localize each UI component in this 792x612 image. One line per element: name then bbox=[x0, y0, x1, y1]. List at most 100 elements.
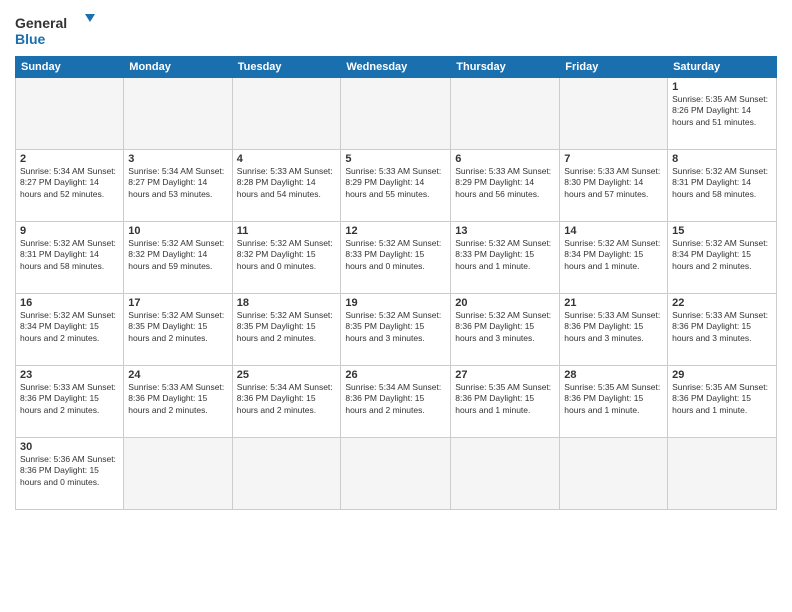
calendar-table: SundayMondayTuesdayWednesdayThursdayFrid… bbox=[15, 56, 777, 510]
day-info: Sunrise: 5:32 AM Sunset: 8:35 PM Dayligh… bbox=[345, 310, 446, 344]
week-row-2: 2Sunrise: 5:34 AM Sunset: 8:27 PM Daylig… bbox=[16, 150, 777, 222]
calendar-cell: 24Sunrise: 5:33 AM Sunset: 8:36 PM Dayli… bbox=[124, 366, 232, 438]
weekday-header-thursday: Thursday bbox=[451, 57, 560, 78]
weekday-header-friday: Friday bbox=[560, 57, 668, 78]
calendar-cell bbox=[668, 438, 777, 510]
calendar-cell: 9Sunrise: 5:32 AM Sunset: 8:31 PM Daylig… bbox=[16, 222, 124, 294]
day-number: 2 bbox=[20, 153, 119, 165]
day-info: Sunrise: 5:34 AM Sunset: 8:36 PM Dayligh… bbox=[237, 382, 337, 416]
day-info: Sunrise: 5:33 AM Sunset: 8:36 PM Dayligh… bbox=[20, 382, 119, 416]
day-number: 6 bbox=[455, 153, 555, 165]
day-info: Sunrise: 5:32 AM Sunset: 8:33 PM Dayligh… bbox=[455, 238, 555, 272]
calendar-cell: 22Sunrise: 5:33 AM Sunset: 8:36 PM Dayli… bbox=[668, 294, 777, 366]
calendar-cell: 10Sunrise: 5:32 AM Sunset: 8:32 PM Dayli… bbox=[124, 222, 232, 294]
calendar-cell: 12Sunrise: 5:32 AM Sunset: 8:33 PM Dayli… bbox=[341, 222, 451, 294]
weekday-header-wednesday: Wednesday bbox=[341, 57, 451, 78]
calendar-cell: 26Sunrise: 5:34 AM Sunset: 8:36 PM Dayli… bbox=[341, 366, 451, 438]
calendar-cell bbox=[451, 78, 560, 150]
weekday-header-row: SundayMondayTuesdayWednesdayThursdayFrid… bbox=[16, 57, 777, 78]
calendar-cell bbox=[16, 78, 124, 150]
calendar-cell: 14Sunrise: 5:32 AM Sunset: 8:34 PM Dayli… bbox=[560, 222, 668, 294]
day-number: 16 bbox=[20, 297, 119, 309]
calendar-cell bbox=[124, 78, 232, 150]
day-info: Sunrise: 5:35 AM Sunset: 8:26 PM Dayligh… bbox=[672, 94, 772, 128]
day-number: 21 bbox=[564, 297, 663, 309]
day-info: Sunrise: 5:32 AM Sunset: 8:36 PM Dayligh… bbox=[455, 310, 555, 344]
calendar-cell: 15Sunrise: 5:32 AM Sunset: 8:34 PM Dayli… bbox=[668, 222, 777, 294]
calendar-cell: 21Sunrise: 5:33 AM Sunset: 8:36 PM Dayli… bbox=[560, 294, 668, 366]
day-number: 18 bbox=[237, 297, 337, 309]
calendar-cell bbox=[124, 438, 232, 510]
calendar-cell: 5Sunrise: 5:33 AM Sunset: 8:29 PM Daylig… bbox=[341, 150, 451, 222]
calendar-cell: 4Sunrise: 5:33 AM Sunset: 8:28 PM Daylig… bbox=[232, 150, 341, 222]
calendar-cell: 2Sunrise: 5:34 AM Sunset: 8:27 PM Daylig… bbox=[16, 150, 124, 222]
calendar-cell: 23Sunrise: 5:33 AM Sunset: 8:36 PM Dayli… bbox=[16, 366, 124, 438]
calendar-cell bbox=[341, 78, 451, 150]
weekday-header-tuesday: Tuesday bbox=[232, 57, 341, 78]
day-info: Sunrise: 5:34 AM Sunset: 8:27 PM Dayligh… bbox=[128, 166, 227, 200]
day-info: Sunrise: 5:36 AM Sunset: 8:36 PM Dayligh… bbox=[20, 454, 119, 488]
day-info: Sunrise: 5:32 AM Sunset: 8:35 PM Dayligh… bbox=[128, 310, 227, 344]
day-number: 24 bbox=[128, 369, 227, 381]
day-number: 23 bbox=[20, 369, 119, 381]
weekday-header-sunday: Sunday bbox=[16, 57, 124, 78]
calendar-cell: 19Sunrise: 5:32 AM Sunset: 8:35 PM Dayli… bbox=[341, 294, 451, 366]
calendar-cell: 18Sunrise: 5:32 AM Sunset: 8:35 PM Dayli… bbox=[232, 294, 341, 366]
week-row-4: 16Sunrise: 5:32 AM Sunset: 8:34 PM Dayli… bbox=[16, 294, 777, 366]
day-number: 20 bbox=[455, 297, 555, 309]
day-info: Sunrise: 5:34 AM Sunset: 8:27 PM Dayligh… bbox=[20, 166, 119, 200]
day-info: Sunrise: 5:32 AM Sunset: 8:32 PM Dayligh… bbox=[237, 238, 337, 272]
day-number: 26 bbox=[345, 369, 446, 381]
calendar-cell: 1Sunrise: 5:35 AM Sunset: 8:26 PM Daylig… bbox=[668, 78, 777, 150]
day-number: 17 bbox=[128, 297, 227, 309]
day-number: 25 bbox=[237, 369, 337, 381]
day-number: 13 bbox=[455, 225, 555, 237]
calendar-cell bbox=[232, 438, 341, 510]
calendar-cell: 20Sunrise: 5:32 AM Sunset: 8:36 PM Dayli… bbox=[451, 294, 560, 366]
calendar-cell: 7Sunrise: 5:33 AM Sunset: 8:30 PM Daylig… bbox=[560, 150, 668, 222]
day-number: 11 bbox=[237, 225, 337, 237]
day-number: 28 bbox=[564, 369, 663, 381]
calendar-cell: 11Sunrise: 5:32 AM Sunset: 8:32 PM Dayli… bbox=[232, 222, 341, 294]
calendar-cell: 16Sunrise: 5:32 AM Sunset: 8:34 PM Dayli… bbox=[16, 294, 124, 366]
day-info: Sunrise: 5:32 AM Sunset: 8:34 PM Dayligh… bbox=[20, 310, 119, 344]
day-info: Sunrise: 5:35 AM Sunset: 8:36 PM Dayligh… bbox=[564, 382, 663, 416]
weekday-header-monday: Monday bbox=[124, 57, 232, 78]
day-info: Sunrise: 5:33 AM Sunset: 8:29 PM Dayligh… bbox=[345, 166, 446, 200]
calendar-cell: 17Sunrise: 5:32 AM Sunset: 8:35 PM Dayli… bbox=[124, 294, 232, 366]
calendar-cell: 30Sunrise: 5:36 AM Sunset: 8:36 PM Dayli… bbox=[16, 438, 124, 510]
calendar-cell bbox=[341, 438, 451, 510]
day-number: 14 bbox=[564, 225, 663, 237]
header: General Blue bbox=[15, 10, 777, 50]
logo: General Blue bbox=[15, 10, 95, 50]
calendar-cell: 13Sunrise: 5:32 AM Sunset: 8:33 PM Dayli… bbox=[451, 222, 560, 294]
day-number: 5 bbox=[345, 153, 446, 165]
calendar-cell bbox=[451, 438, 560, 510]
day-info: Sunrise: 5:32 AM Sunset: 8:31 PM Dayligh… bbox=[672, 166, 772, 200]
day-number: 29 bbox=[672, 369, 772, 381]
calendar-cell: 6Sunrise: 5:33 AM Sunset: 8:29 PM Daylig… bbox=[451, 150, 560, 222]
svg-text:Blue: Blue bbox=[15, 31, 46, 47]
logo-svg: General Blue bbox=[15, 10, 95, 50]
day-number: 7 bbox=[564, 153, 663, 165]
calendar-cell bbox=[560, 438, 668, 510]
day-number: 27 bbox=[455, 369, 555, 381]
day-info: Sunrise: 5:33 AM Sunset: 8:36 PM Dayligh… bbox=[128, 382, 227, 416]
calendar-cell: 27Sunrise: 5:35 AM Sunset: 8:36 PM Dayli… bbox=[451, 366, 560, 438]
day-number: 15 bbox=[672, 225, 772, 237]
calendar-cell bbox=[560, 78, 668, 150]
calendar-cell: 8Sunrise: 5:32 AM Sunset: 8:31 PM Daylig… bbox=[668, 150, 777, 222]
week-row-6: 30Sunrise: 5:36 AM Sunset: 8:36 PM Dayli… bbox=[16, 438, 777, 510]
day-number: 19 bbox=[345, 297, 446, 309]
page: General Blue SundayMondayTuesdayWednesda… bbox=[0, 0, 792, 612]
week-row-3: 9Sunrise: 5:32 AM Sunset: 8:31 PM Daylig… bbox=[16, 222, 777, 294]
day-info: Sunrise: 5:32 AM Sunset: 8:31 PM Dayligh… bbox=[20, 238, 119, 272]
day-info: Sunrise: 5:35 AM Sunset: 8:36 PM Dayligh… bbox=[672, 382, 772, 416]
day-info: Sunrise: 5:33 AM Sunset: 8:30 PM Dayligh… bbox=[564, 166, 663, 200]
calendar-cell: 3Sunrise: 5:34 AM Sunset: 8:27 PM Daylig… bbox=[124, 150, 232, 222]
day-number: 9 bbox=[20, 225, 119, 237]
day-info: Sunrise: 5:33 AM Sunset: 8:28 PM Dayligh… bbox=[237, 166, 337, 200]
weekday-header-saturday: Saturday bbox=[668, 57, 777, 78]
day-info: Sunrise: 5:33 AM Sunset: 8:36 PM Dayligh… bbox=[672, 310, 772, 344]
calendar-cell: 29Sunrise: 5:35 AM Sunset: 8:36 PM Dayli… bbox=[668, 366, 777, 438]
